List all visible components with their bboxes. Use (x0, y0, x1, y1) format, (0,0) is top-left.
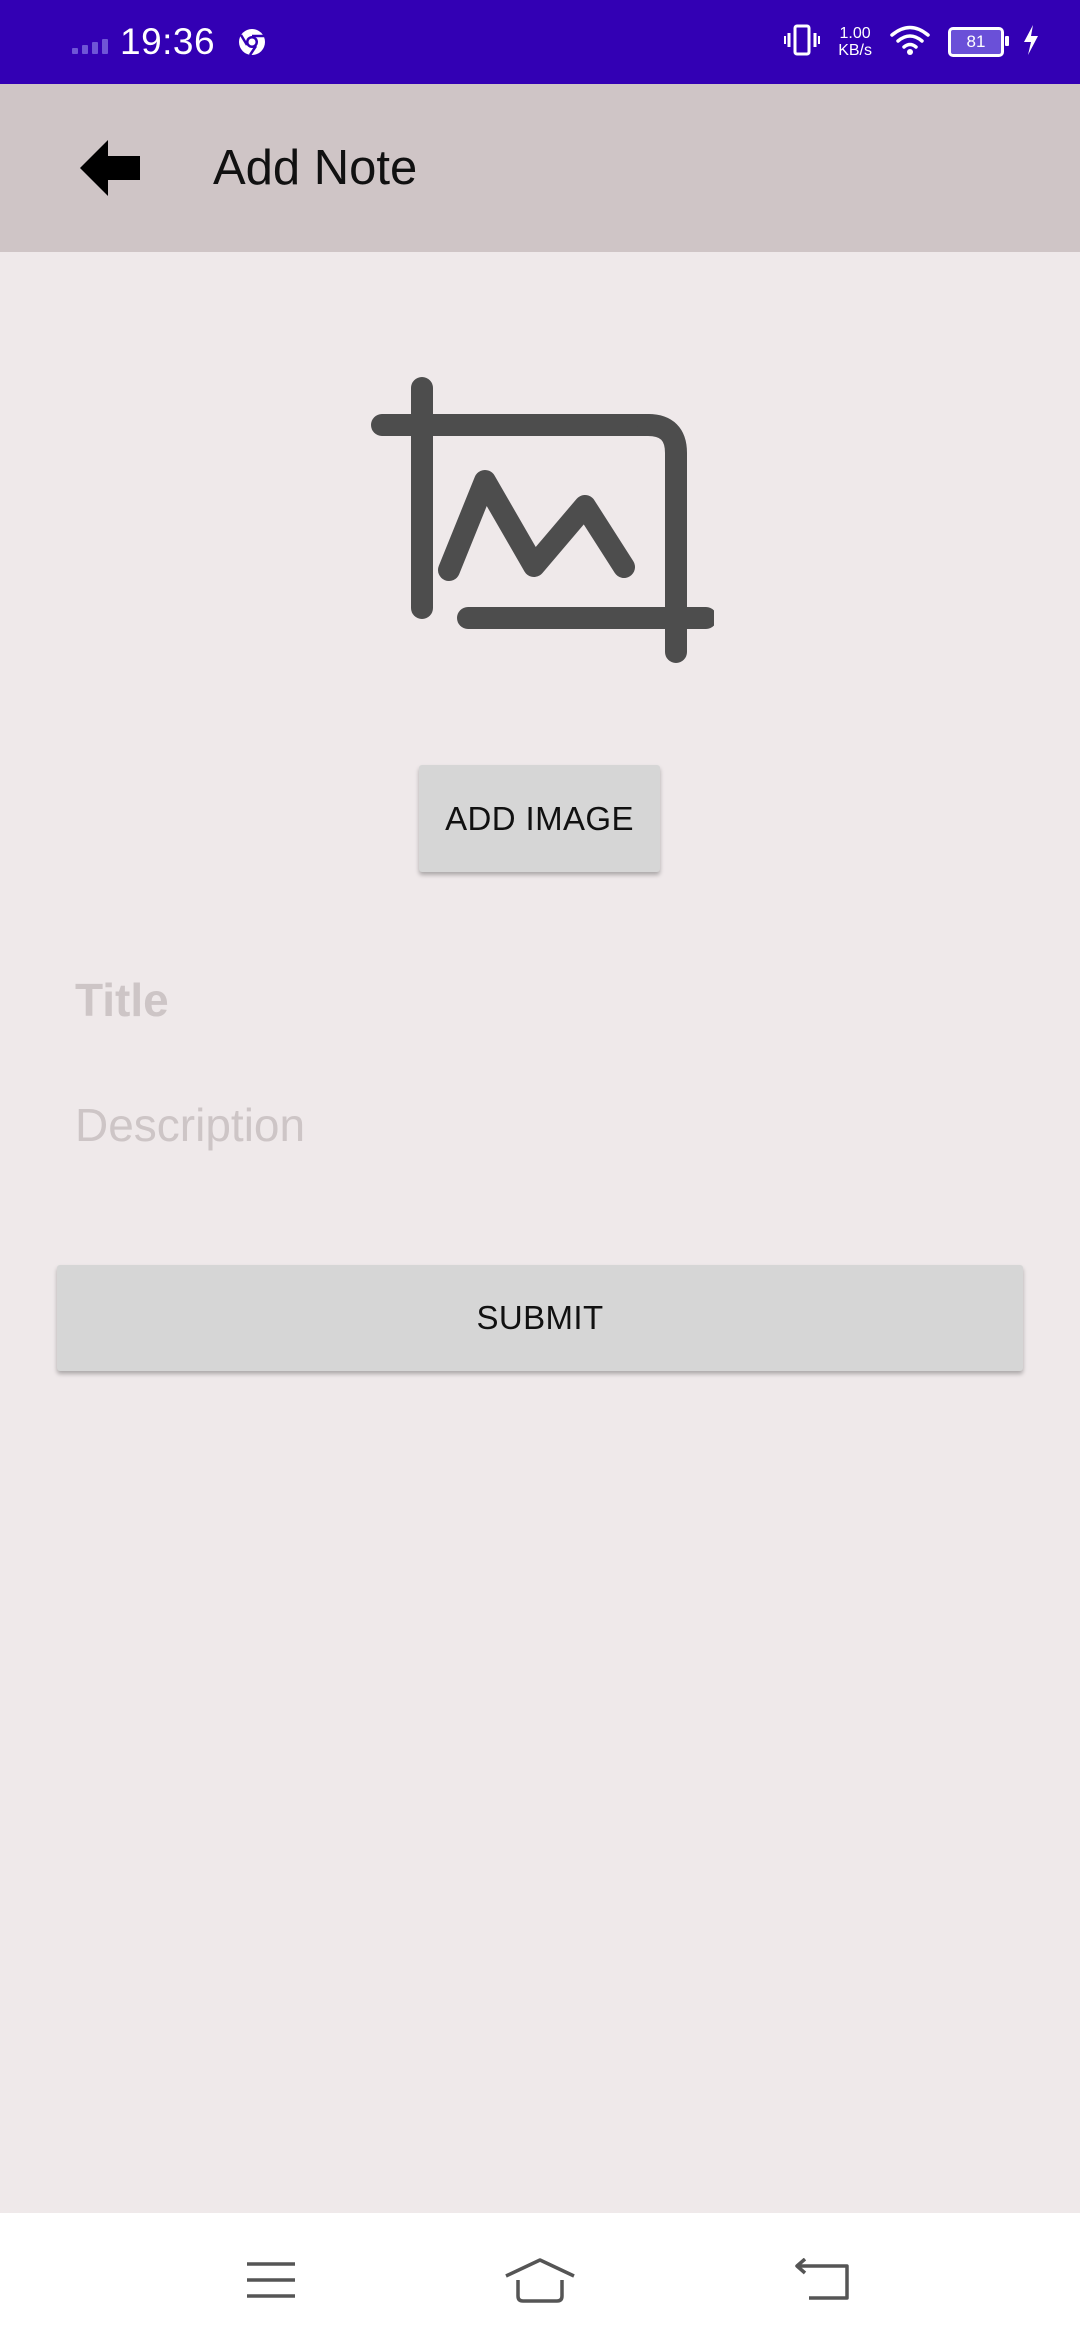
toolbar: Add Note (0, 84, 1080, 252)
navigation-bar (0, 2213, 1080, 2340)
status-right: 1.00 KB/s 81 (784, 0, 1040, 84)
chrome-icon (237, 27, 267, 57)
wifi-icon (890, 24, 930, 61)
back-icon (795, 2258, 849, 2300)
signal-icon (72, 30, 108, 54)
battery-level: 81 (966, 32, 986, 51)
battery-icon: 81 (948, 27, 1009, 57)
home-button[interactable] (495, 2235, 585, 2325)
charging-icon (1022, 24, 1040, 61)
add-image-button[interactable]: ADD IMAGE (419, 765, 660, 872)
submit-button[interactable]: SUBMIT (57, 1265, 1023, 1371)
back-arrow-icon (80, 140, 140, 196)
status-left: 19:36 (72, 0, 267, 84)
net-speed-unit: KB/s (838, 42, 872, 59)
net-speed: 1.00 KB/s (838, 25, 872, 59)
title-input[interactable] (75, 965, 1005, 1035)
net-speed-value: 1.00 (839, 25, 871, 42)
image-preview[interactable] (368, 370, 717, 670)
menu-button[interactable] (226, 2235, 316, 2325)
page-title: Add Note (213, 141, 418, 195)
menu-icon (247, 2262, 295, 2298)
crop-image-icon (371, 377, 717, 663)
status-time: 19:36 (120, 21, 216, 62)
home-icon (505, 2258, 575, 2303)
back-nav-button[interactable] (778, 2235, 868, 2325)
description-input[interactable] (75, 1090, 1005, 1160)
status-bar: 19:36 1.00 KB/s 81 (0, 0, 1080, 84)
back-button[interactable] (60, 118, 160, 218)
vibrate-icon (784, 24, 821, 61)
